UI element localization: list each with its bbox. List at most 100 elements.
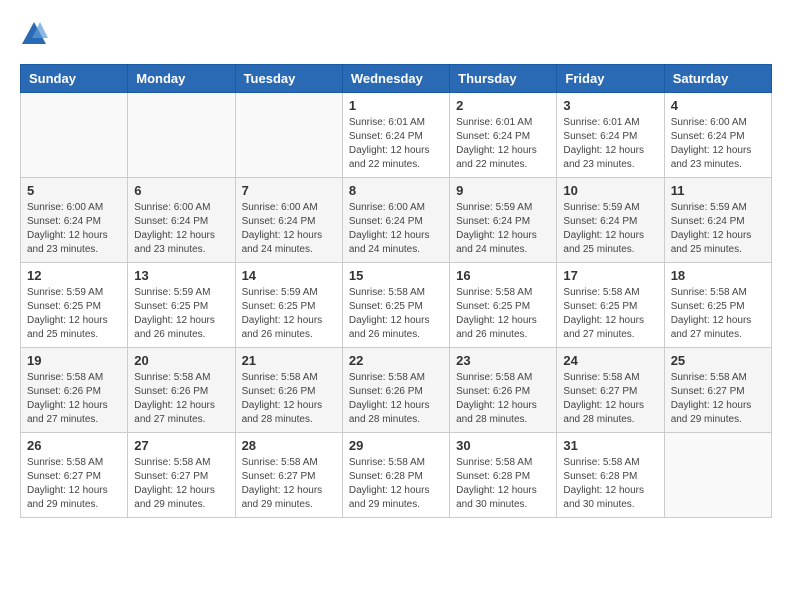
day-info: Sunrise: 5:59 AM Sunset: 6:24 PM Dayligh…: [456, 201, 550, 257]
day-number: 30: [456, 438, 550, 453]
calendar-cell: 21 Sunrise: 5:58 AM Sunset: 6:26 PM Dayli…: [235, 348, 342, 433]
day-info: Sunrise: 5:59 AM Sunset: 6:24 PM Dayligh…: [671, 201, 765, 257]
day-info: Sunrise: 6:01 AM Sunset: 6:24 PM Dayligh…: [349, 116, 443, 172]
day-number: 18: [671, 268, 765, 283]
day-info: Sunrise: 5:58 AM Sunset: 6:25 PM Dayligh…: [563, 286, 657, 342]
day-number: 25: [671, 353, 765, 368]
day-info: Sunrise: 5:58 AM Sunset: 6:28 PM Dayligh…: [563, 456, 657, 512]
calendar-cell: 14 Sunrise: 5:59 AM Sunset: 6:25 PM Dayli…: [235, 263, 342, 348]
day-number: 31: [563, 438, 657, 453]
day-info: Sunrise: 5:59 AM Sunset: 6:25 PM Dayligh…: [134, 286, 228, 342]
day-info: Sunrise: 5:58 AM Sunset: 6:28 PM Dayligh…: [456, 456, 550, 512]
day-info: Sunrise: 6:00 AM Sunset: 6:24 PM Dayligh…: [671, 116, 765, 172]
day-info: Sunrise: 5:59 AM Sunset: 6:24 PM Dayligh…: [563, 201, 657, 257]
day-number: 8: [349, 183, 443, 198]
day-number: 2: [456, 98, 550, 113]
calendar-cell: 3 Sunrise: 6:01 AM Sunset: 6:24 PM Daylig…: [557, 93, 664, 178]
day-number: 13: [134, 268, 228, 283]
day-number: 6: [134, 183, 228, 198]
calendar-cell: 2 Sunrise: 6:01 AM Sunset: 6:24 PM Daylig…: [450, 93, 557, 178]
calendar-cell: 5Sunrise: 6:00 AM Sunset: 6:24 PM Daylig…: [21, 178, 128, 263]
day-number: 5: [27, 183, 121, 198]
calendar-cell: 25Sunrise: 5:58 AM Sunset: 6:27 PM Dayli…: [664, 348, 771, 433]
day-number: 29: [349, 438, 443, 453]
day-number: 7: [242, 183, 336, 198]
day-number: 23: [456, 353, 550, 368]
day-number: 16: [456, 268, 550, 283]
day-number: 15: [349, 268, 443, 283]
calendar-cell: 13 Sunrise: 5:59 AM Sunset: 6:25 PM Dayli…: [128, 263, 235, 348]
day-number: 26: [27, 438, 121, 453]
day-info: Sunrise: 5:58 AM Sunset: 6:27 PM Dayligh…: [563, 371, 657, 427]
calendar-cell: 20 Sunrise: 5:58 AM Sunset: 6:26 PM Dayli…: [128, 348, 235, 433]
day-number: 17: [563, 268, 657, 283]
calendar-week-row: 12 Sunrise: 5:59 AM Sunset: 6:25 PM Dayli…: [21, 263, 772, 348]
calendar-cell: 29 Sunrise: 5:58 AM Sunset: 6:28 PM Dayli…: [342, 433, 449, 518]
calendar-cell: 4Sunrise: 6:00 AM Sunset: 6:24 PM Daylig…: [664, 93, 771, 178]
calendar-cell: 27 Sunrise: 5:58 AM Sunset: 6:27 PM Dayli…: [128, 433, 235, 518]
calendar-cell: 8 Sunrise: 6:00 AM Sunset: 6:24 PM Daylig…: [342, 178, 449, 263]
day-info: Sunrise: 5:58 AM Sunset: 6:27 PM Dayligh…: [134, 456, 228, 512]
logo-icon: [20, 20, 48, 48]
day-number: 21: [242, 353, 336, 368]
day-number: 1: [349, 98, 443, 113]
day-number: 24: [563, 353, 657, 368]
day-number: 11: [671, 183, 765, 198]
day-info: Sunrise: 5:58 AM Sunset: 6:25 PM Dayligh…: [349, 286, 443, 342]
calendar-week-row: 26 Sunrise: 5:58 AM Sunset: 6:27 PM Dayli…: [21, 433, 772, 518]
calendar-cell: 6 Sunrise: 6:00 AM Sunset: 6:24 PM Daylig…: [128, 178, 235, 263]
day-info: Sunrise: 5:58 AM Sunset: 6:26 PM Dayligh…: [27, 371, 121, 427]
day-info: Sunrise: 6:00 AM Sunset: 6:24 PM Dayligh…: [349, 201, 443, 257]
calendar-table: SundayMondayTuesdayWednesdayThursdayFrid…: [20, 64, 772, 518]
calendar-cell: 24 Sunrise: 5:58 AM Sunset: 6:27 PM Dayli…: [557, 348, 664, 433]
day-info: Sunrise: 6:00 AM Sunset: 6:24 PM Dayligh…: [242, 201, 336, 257]
day-info: Sunrise: 6:00 AM Sunset: 6:24 PM Dayligh…: [134, 201, 228, 257]
day-number: 22: [349, 353, 443, 368]
day-info: Sunrise: 5:58 AM Sunset: 6:28 PM Dayligh…: [349, 456, 443, 512]
page-header: [20, 20, 772, 48]
day-number: 20: [134, 353, 228, 368]
day-number: 12: [27, 268, 121, 283]
calendar-cell: 7 Sunrise: 6:00 AM Sunset: 6:24 PM Daylig…: [235, 178, 342, 263]
calendar-cell: 18 Sunrise: 5:58 AM Sunset: 6:25 PM Dayli…: [664, 263, 771, 348]
day-info: Sunrise: 5:58 AM Sunset: 6:25 PM Dayligh…: [671, 286, 765, 342]
day-info: Sunrise: 5:58 AM Sunset: 6:26 PM Dayligh…: [349, 371, 443, 427]
day-info: Sunrise: 5:58 AM Sunset: 6:26 PM Dayligh…: [456, 371, 550, 427]
logo: [20, 20, 52, 48]
day-info: Sunrise: 6:01 AM Sunset: 6:24 PM Dayligh…: [456, 116, 550, 172]
day-info: Sunrise: 5:58 AM Sunset: 6:26 PM Dayligh…: [242, 371, 336, 427]
calendar-cell: [128, 93, 235, 178]
day-number: 9: [456, 183, 550, 198]
weekday-header-tuesday: Tuesday: [235, 65, 342, 93]
calendar-cell: 1 Sunrise: 6:01 AM Sunset: 6:24 PM Daylig…: [342, 93, 449, 178]
day-number: 3: [563, 98, 657, 113]
day-number: 27: [134, 438, 228, 453]
calendar-cell: 17 Sunrise: 5:58 AM Sunset: 6:25 PM Dayli…: [557, 263, 664, 348]
calendar-cell: 9 Sunrise: 5:59 AM Sunset: 6:24 PM Daylig…: [450, 178, 557, 263]
calendar-cell: 16 Sunrise: 5:58 AM Sunset: 6:25 PM Dayli…: [450, 263, 557, 348]
day-info: Sunrise: 6:01 AM Sunset: 6:24 PM Dayligh…: [563, 116, 657, 172]
day-info: Sunrise: 5:59 AM Sunset: 6:25 PM Dayligh…: [27, 286, 121, 342]
calendar-cell: 15 Sunrise: 5:58 AM Sunset: 6:25 PM Dayli…: [342, 263, 449, 348]
day-info: Sunrise: 5:58 AM Sunset: 6:26 PM Dayligh…: [134, 371, 228, 427]
calendar-cell: [664, 433, 771, 518]
calendar-cell: 12 Sunrise: 5:59 AM Sunset: 6:25 PM Dayli…: [21, 263, 128, 348]
day-info: Sunrise: 5:58 AM Sunset: 6:27 PM Dayligh…: [27, 456, 121, 512]
weekday-header-sunday: Sunday: [21, 65, 128, 93]
calendar-cell: 30 Sunrise: 5:58 AM Sunset: 6:28 PM Dayli…: [450, 433, 557, 518]
calendar-cell: [235, 93, 342, 178]
day-number: 14: [242, 268, 336, 283]
day-info: Sunrise: 5:59 AM Sunset: 6:25 PM Dayligh…: [242, 286, 336, 342]
calendar-cell: 19 Sunrise: 5:58 AM Sunset: 6:26 PM Dayli…: [21, 348, 128, 433]
day-info: Sunrise: 5:58 AM Sunset: 6:25 PM Dayligh…: [456, 286, 550, 342]
day-number: 19: [27, 353, 121, 368]
calendar-cell: 11 Sunrise: 5:59 AM Sunset: 6:24 PM Dayli…: [664, 178, 771, 263]
weekday-header-wednesday: Wednesday: [342, 65, 449, 93]
calendar-cell: 31 Sunrise: 5:58 AM Sunset: 6:28 PM Dayli…: [557, 433, 664, 518]
day-info: Sunrise: 5:58 AM Sunset: 6:27 PM Dayligh…: [242, 456, 336, 512]
calendar-cell: [21, 93, 128, 178]
calendar-week-row: 19 Sunrise: 5:58 AM Sunset: 6:26 PM Dayli…: [21, 348, 772, 433]
day-number: 10: [563, 183, 657, 198]
day-number: 28: [242, 438, 336, 453]
weekday-header-saturday: Saturday: [664, 65, 771, 93]
